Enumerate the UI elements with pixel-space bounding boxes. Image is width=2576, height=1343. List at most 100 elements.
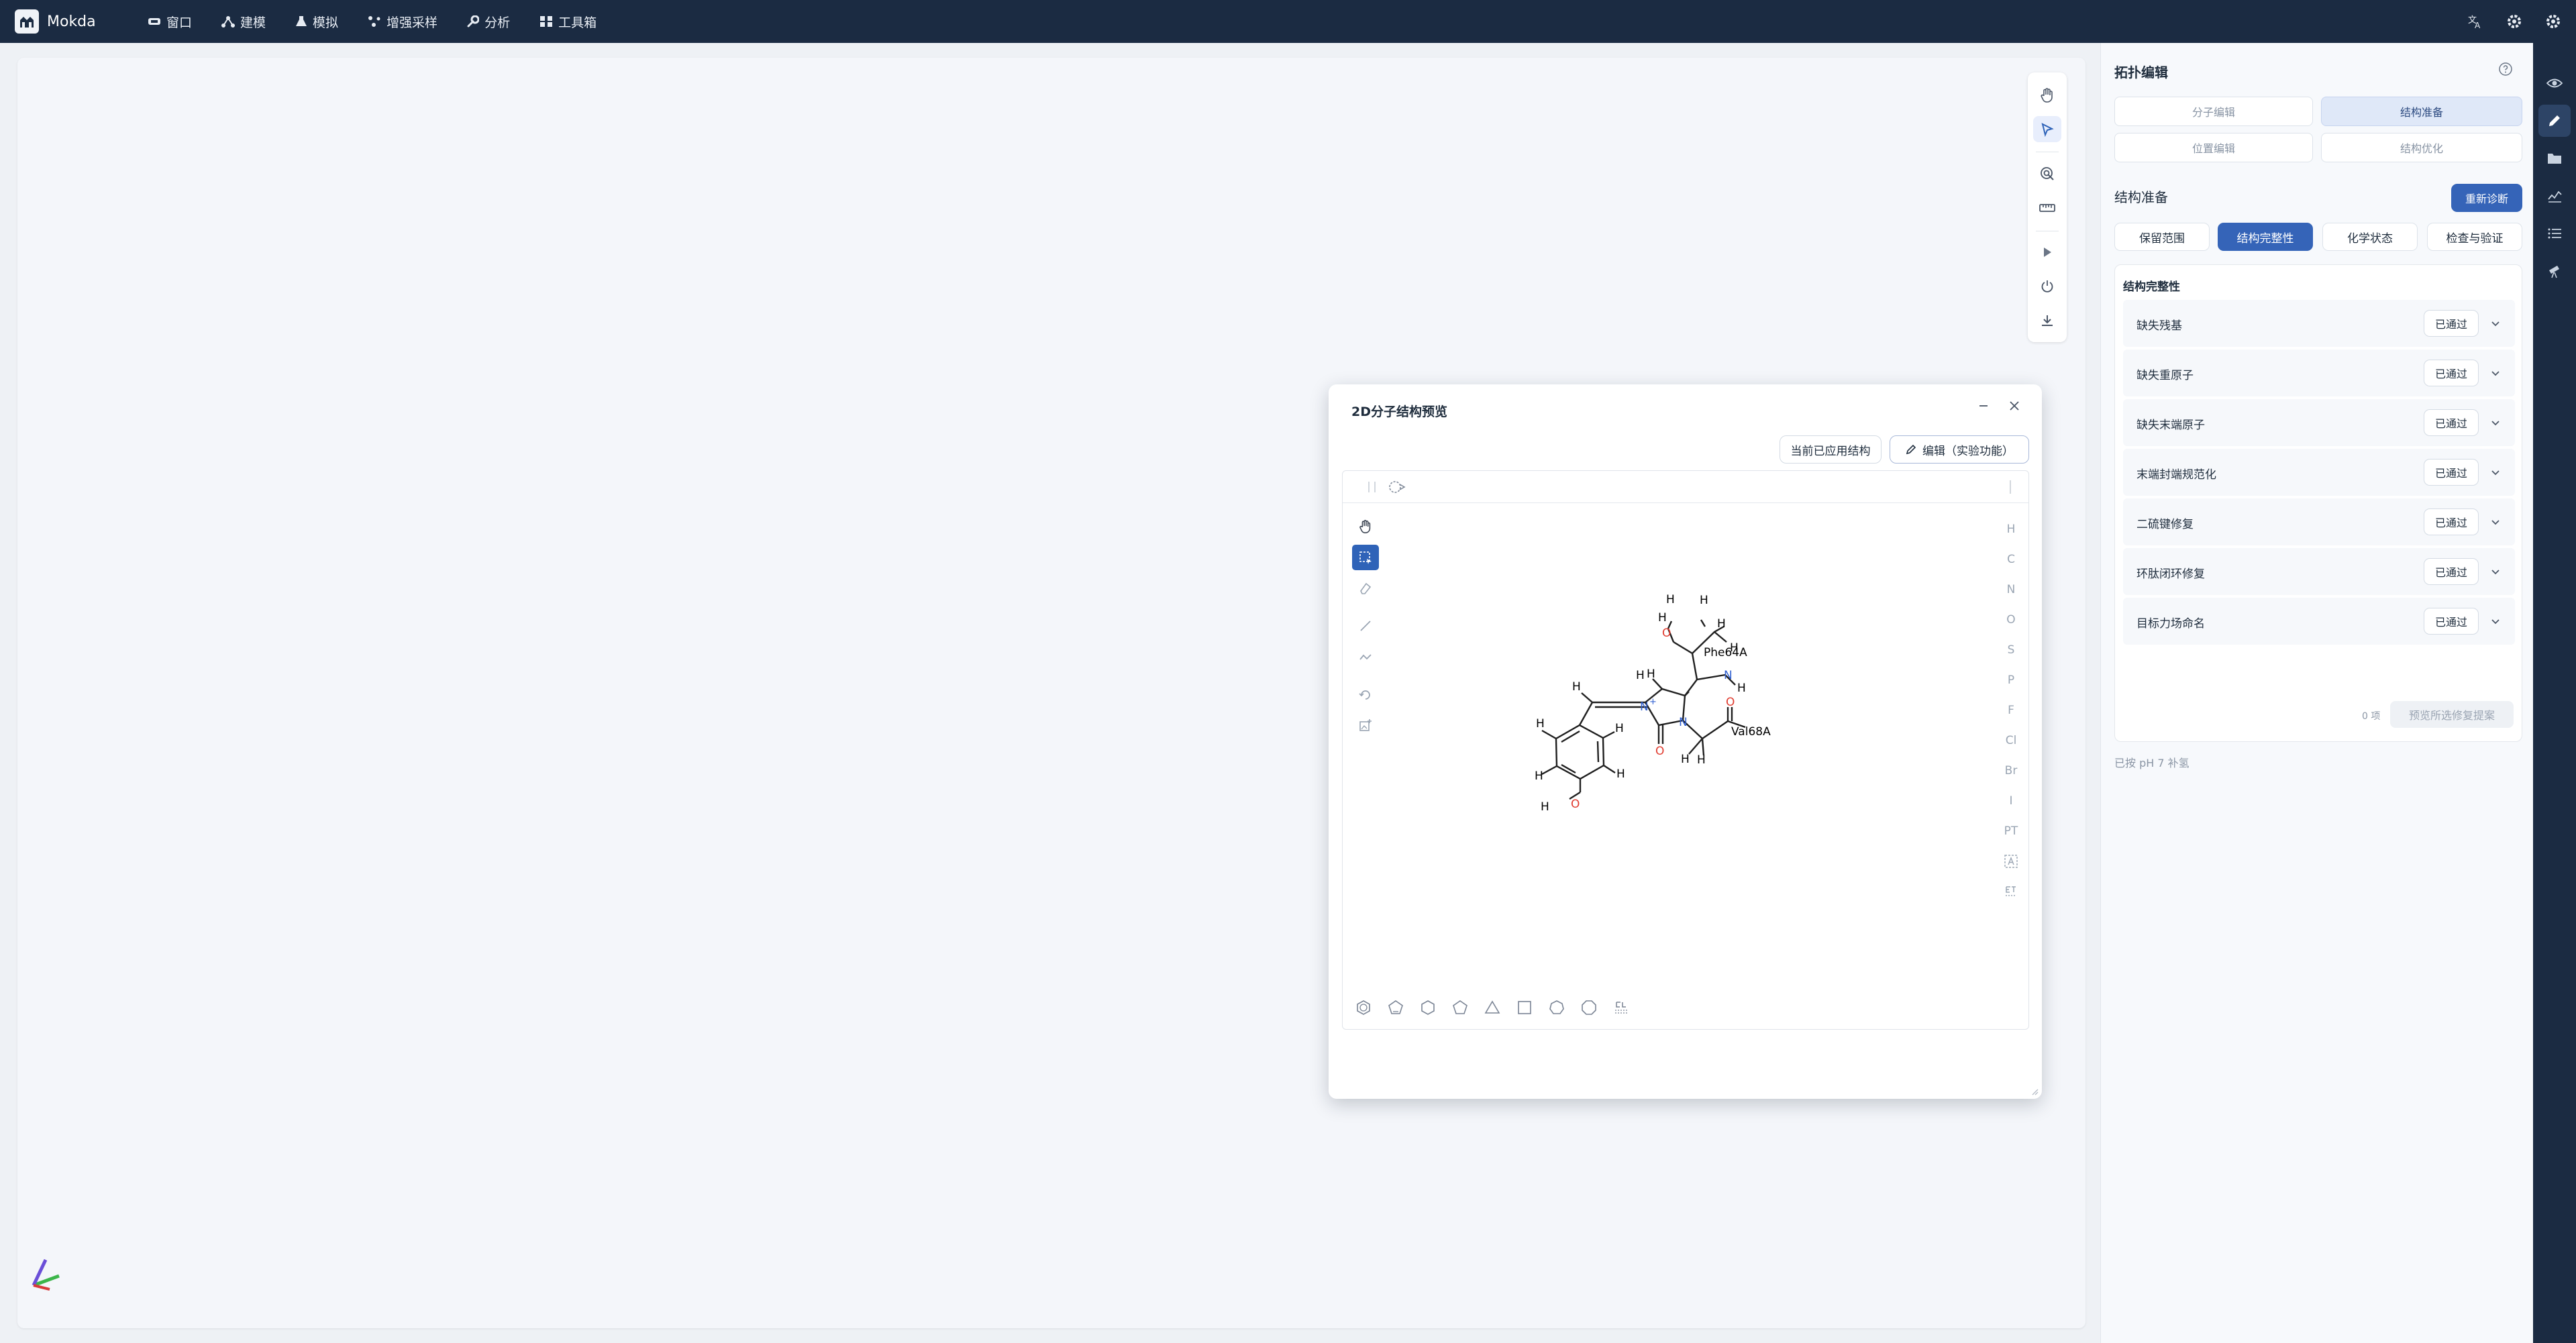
help-icon[interactable] xyxy=(2498,62,2513,76)
pan-tool[interactable] xyxy=(2033,82,2061,108)
chevron-down-icon[interactable] xyxy=(2489,566,2502,578)
ph-note: 已按 pH 7 补氢 xyxy=(2114,757,2189,769)
editor-rotate-tool[interactable] xyxy=(1352,682,1379,707)
check-row[interactable]: 目标力场命名 已通过 xyxy=(2123,598,2515,645)
tab-molecule-edit[interactable]: 分子编辑 xyxy=(2114,97,2313,126)
extended-table-icon[interactable] xyxy=(2004,876,2018,906)
menu-build[interactable]: 建模 xyxy=(221,13,266,31)
editor-eraser-tool[interactable] xyxy=(1352,576,1379,601)
measure-tool[interactable] xyxy=(2033,195,2061,221)
atom-br-button[interactable]: Br xyxy=(2005,755,2018,786)
menu-analysis[interactable]: 分析 xyxy=(467,13,510,31)
subtab-structure-integrity[interactable]: 结构完整性 xyxy=(2218,223,2313,251)
target-select-tool[interactable] xyxy=(2033,160,2061,186)
check-row[interactable]: 末端封端规范化 已通过 xyxy=(2123,449,2515,496)
editor-hand-tool[interactable] xyxy=(1352,514,1379,539)
cycloheptane-template-icon[interactable] xyxy=(1548,999,1565,1016)
chart-line-icon xyxy=(2548,191,2562,203)
chevron-down-icon[interactable] xyxy=(2489,466,2502,478)
main-menu: 窗口 建模 模拟 增强采样 分析 工具箱 xyxy=(148,13,626,31)
brand[interactable]: Mokda xyxy=(15,9,129,34)
chevron-down-icon[interactable] xyxy=(2489,417,2502,429)
cyclohexane-template-icon[interactable] xyxy=(1419,999,1437,1016)
atom-f-button[interactable]: F xyxy=(2008,695,2014,725)
atom-s-button[interactable]: S xyxy=(2008,635,2015,665)
check-row[interactable]: 缺失重原子 已通过 xyxy=(2123,350,2515,396)
chevron-down-icon[interactable] xyxy=(2489,317,2502,329)
editor-select-tool[interactable] xyxy=(1352,545,1379,570)
atom-p-button[interactable]: P xyxy=(2008,665,2014,695)
check-label: 缺失残基 xyxy=(2136,319,2182,333)
edit-experimental-button[interactable]: 编辑（实验功能） xyxy=(1890,435,2029,464)
cyclopropane-template-icon[interactable] xyxy=(1484,999,1501,1016)
cyclooctane-template-icon[interactable] xyxy=(1580,999,1598,1016)
atom-i-button[interactable]: I xyxy=(2009,786,2012,816)
check-row[interactable]: 环肽闭环修复 已通过 xyxy=(2123,548,2515,595)
atom-cl-button[interactable]: Cl xyxy=(2006,725,2017,755)
template-library-icon[interactable] xyxy=(1612,999,1630,1016)
rail-edit-button[interactable] xyxy=(2538,105,2571,137)
viewer-toolbar xyxy=(2028,72,2067,342)
svg-text:N: N xyxy=(1724,669,1733,682)
check-row[interactable]: 缺失残基 已通过 xyxy=(2123,300,2515,347)
cyclopentadiene-template-icon[interactable] xyxy=(1387,999,1404,1016)
cyclopentane-template-icon[interactable] xyxy=(1451,999,1469,1016)
svg-text:H: H xyxy=(1615,722,1624,735)
top-right-actions: 文A xyxy=(2444,0,2561,43)
molecule-2d-canvas[interactable]: H H H H H H H H H H H H H H H H O O O O xyxy=(1383,506,1987,975)
rail-telescope-button[interactable] xyxy=(2538,255,2571,287)
tab-position-edit[interactable]: 位置编辑 xyxy=(2114,133,2313,162)
editor-add-image-tool[interactable] xyxy=(1352,712,1379,738)
translate-icon[interactable]: 文A xyxy=(2467,13,2483,30)
settings-gear-icon[interactable] xyxy=(2506,13,2522,30)
rediagnose-button[interactable]: 重新诊断 xyxy=(2451,184,2522,212)
check-row[interactable]: 二硫键修复 已通过 xyxy=(2123,498,2515,545)
any-atom-icon[interactable] xyxy=(2004,846,2018,876)
atom-o-button[interactable]: O xyxy=(2006,604,2015,635)
editor-bond-tool[interactable] xyxy=(1352,613,1379,639)
tab-structure-opt[interactable]: 结构优化 xyxy=(2321,133,2522,162)
benzene-template-icon[interactable] xyxy=(1355,999,1372,1016)
cyclobutane-template-icon[interactable] xyxy=(1516,999,1533,1016)
subtab-retain-range[interactable]: 保留范围 xyxy=(2114,223,2210,251)
preview-fix-button[interactable]: 预览所选修复提案 xyxy=(2390,701,2514,728)
atom-n-button[interactable]: N xyxy=(2007,574,2016,604)
periodic-table-button[interactable]: PT xyxy=(2004,816,2018,846)
play-button[interactable] xyxy=(2033,239,2061,266)
editor-top-toolbar xyxy=(1343,471,2028,503)
rail-analysis-button[interactable] xyxy=(2538,180,2571,212)
rail-list-button[interactable] xyxy=(2538,217,2571,250)
applied-structure-button[interactable]: 当前已应用结构 xyxy=(1780,435,1882,464)
minimize-button[interactable] xyxy=(1977,399,1990,413)
subtab-check-verify[interactable]: 检查与验证 xyxy=(2427,223,2522,251)
svg-text:H: H xyxy=(1700,594,1708,607)
resize-handle-icon[interactable] xyxy=(2030,1087,2039,1095)
app-name: Mokda xyxy=(47,13,96,30)
card-title: 结构完整性 xyxy=(2123,280,2180,294)
reset-button[interactable] xyxy=(2033,274,2061,300)
build-icon xyxy=(221,16,236,28)
status-badge: 已通过 xyxy=(2424,558,2479,585)
chevron-down-icon[interactable] xyxy=(2489,615,2502,627)
layout-clean-icon[interactable] xyxy=(1387,479,1407,495)
tab-structure-prep[interactable]: 结构准备 xyxy=(2321,97,2522,126)
rail-view-button[interactable] xyxy=(2538,67,2571,99)
check-row[interactable]: 缺失末端原子 已通过 xyxy=(2123,399,2515,446)
check-label: 环肽闭环修复 xyxy=(2136,568,2205,581)
close-button[interactable] xyxy=(2008,399,2021,413)
chevron-down-icon[interactable] xyxy=(2489,516,2502,528)
editor-chain-tool[interactable] xyxy=(1352,644,1379,669)
svg-text:O: O xyxy=(1655,745,1664,758)
menu-toolbox[interactable]: 工具箱 xyxy=(539,13,597,31)
preferences-gear-icon[interactable] xyxy=(2545,13,2561,30)
atom-c-button[interactable]: C xyxy=(2007,544,2015,574)
menu-simulate[interactable]: 模拟 xyxy=(295,13,338,31)
rail-files-button[interactable] xyxy=(2538,142,2571,174)
chevron-down-icon[interactable] xyxy=(2489,367,2502,379)
subtab-chemical-state[interactable]: 化学状态 xyxy=(2322,223,2418,251)
select-tool[interactable] xyxy=(2033,116,2061,143)
menu-window[interactable]: 窗口 xyxy=(148,13,192,31)
menu-enhanced-sampling[interactable]: 增强采样 xyxy=(368,13,437,31)
download-button[interactable] xyxy=(2033,308,2061,334)
atom-h-button[interactable]: H xyxy=(2007,514,2016,544)
